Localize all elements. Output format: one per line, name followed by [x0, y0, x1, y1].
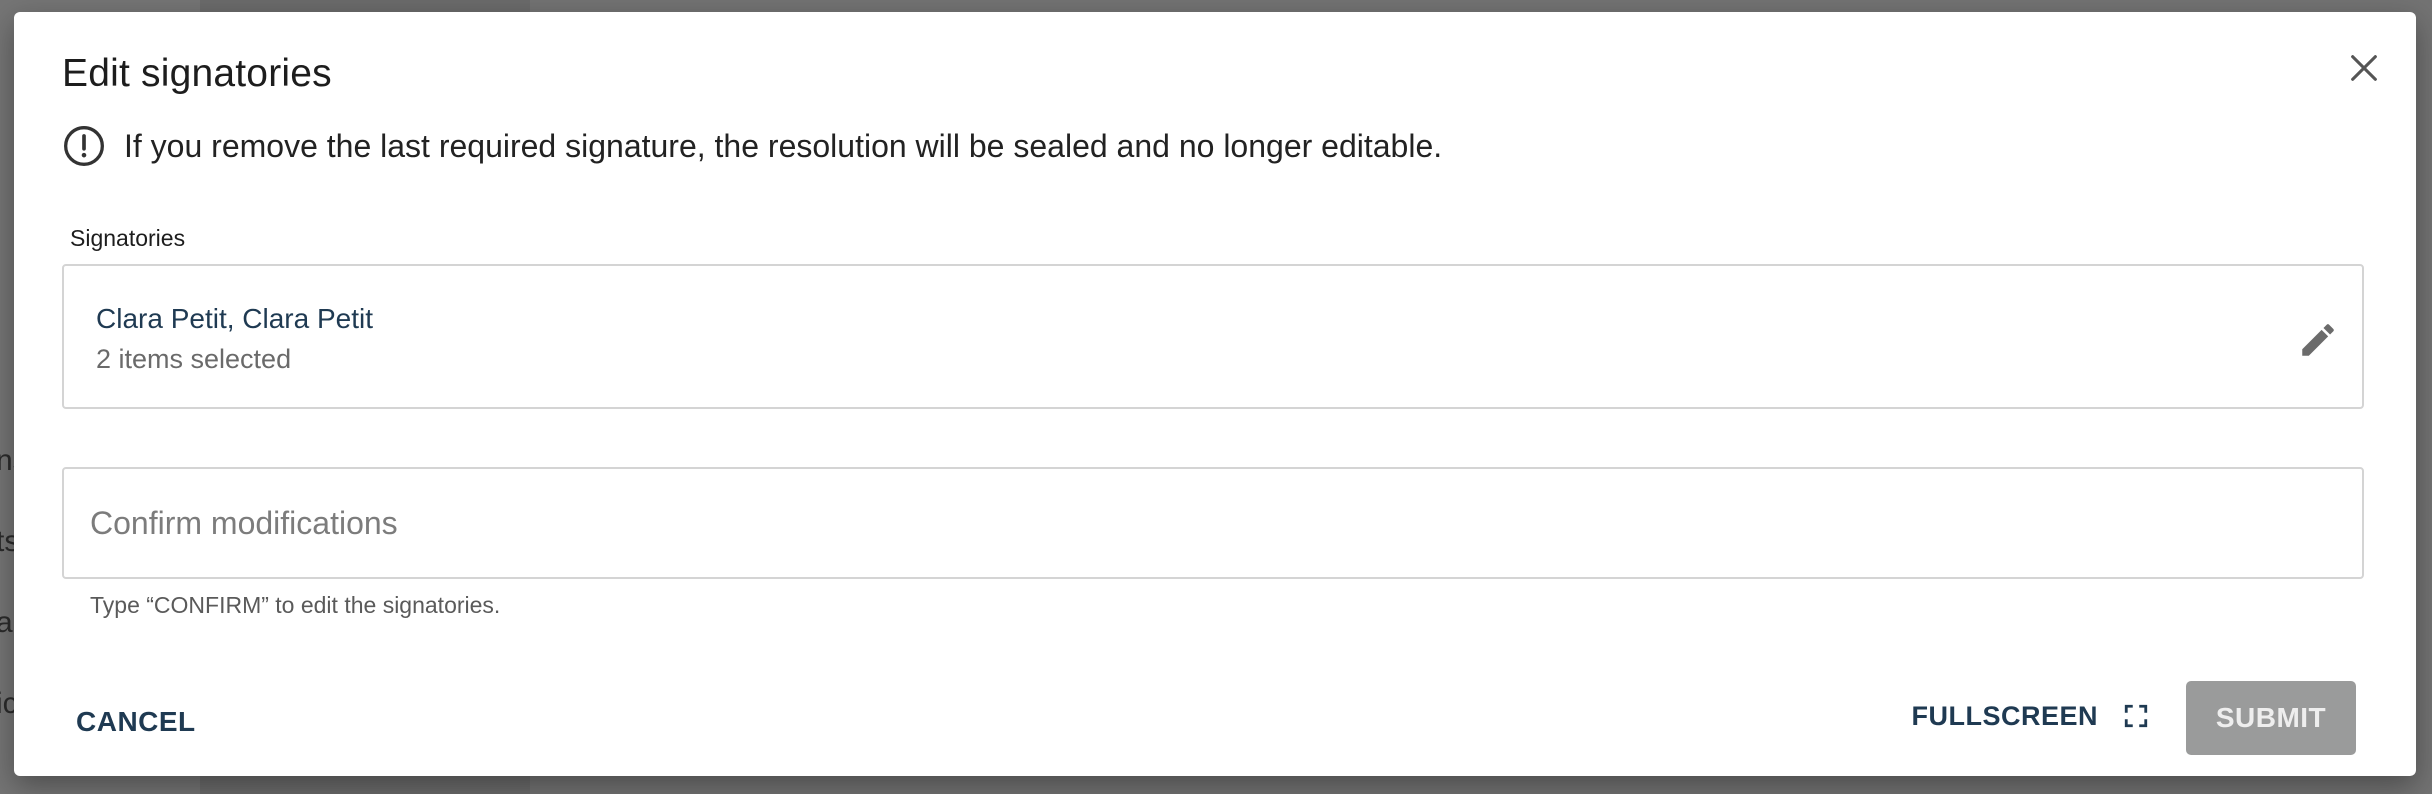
background-text-fragment: a: [0, 606, 13, 639]
close-button[interactable]: [2336, 40, 2392, 96]
cancel-button[interactable]: CANCEL: [62, 698, 210, 746]
dialog-title: Edit signatories: [62, 52, 332, 95]
confirm-helper-text: Type “CONFIRM” to edit the signatories.: [90, 592, 501, 618]
confirm-input[interactable]: [62, 467, 2364, 579]
selected-count: 2 items selected: [96, 344, 292, 374]
fullscreen-button[interactable]: FULLSCREEN: [1912, 700, 2153, 732]
signatories-select[interactable]: Clara Petit, Clara Petit 2 items selecte…: [62, 264, 2364, 409]
edit-signatories-dialog: Edit signatories If you remove the last …: [14, 12, 2416, 776]
warning-text: If you remove the last required signatur…: [124, 127, 1443, 164]
fullscreen-icon: [2120, 700, 2152, 732]
pencil-icon[interactable]: [2294, 316, 2342, 364]
selected-signatories: Clara Petit, Clara Petit: [96, 303, 373, 334]
submit-button[interactable]: SUBMIT: [2186, 681, 2356, 755]
signatories-label: Signatories: [70, 225, 186, 251]
exclamation-circle-icon: [62, 124, 106, 168]
warning-message: If you remove the last required signatur…: [62, 124, 1442, 168]
close-icon: [2351, 55, 2377, 81]
fullscreen-label: FULLSCREEN: [1911, 700, 2098, 731]
